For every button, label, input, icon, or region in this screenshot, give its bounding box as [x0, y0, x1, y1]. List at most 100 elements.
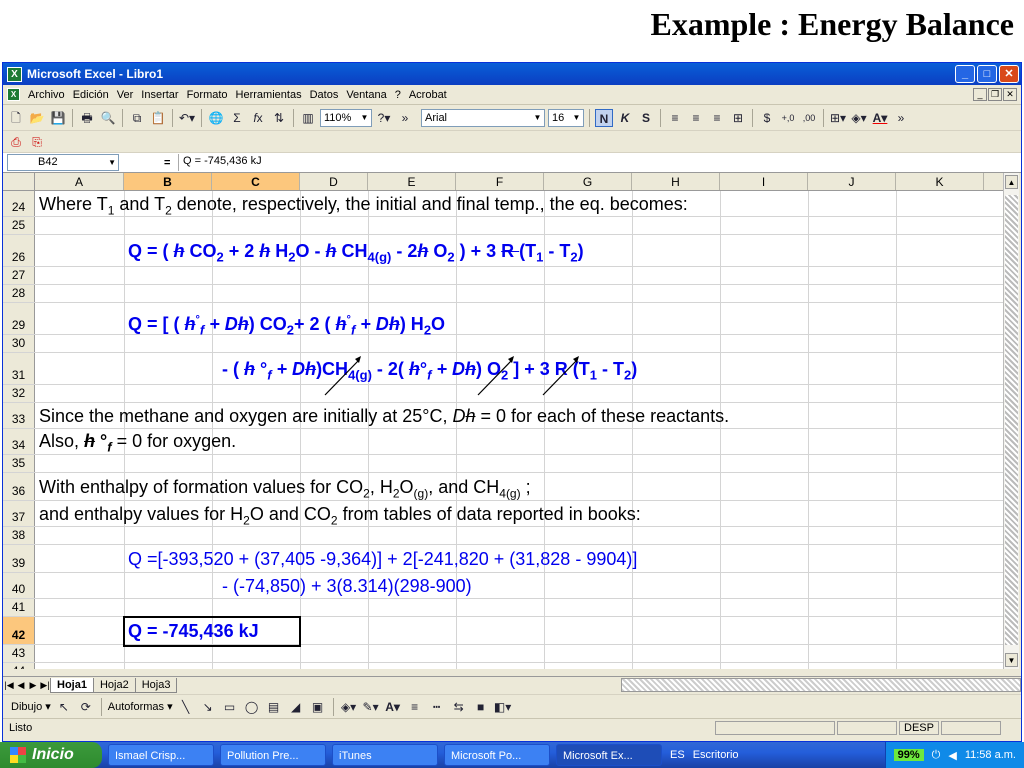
title-bar[interactable]: X Microsoft Excel - Libro1 _ □ ✕ — [3, 63, 1021, 85]
preview-icon[interactable]: 🔍 — [99, 109, 117, 127]
currency-icon[interactable]: $ — [758, 109, 776, 127]
decrease-decimal-icon[interactable]: ,00 — [800, 109, 818, 127]
zoom-select[interactable]: 110% ▼ — [320, 108, 372, 127]
row-header[interactable]: 30 — [3, 335, 35, 352]
autoformas-menu[interactable]: Autoformas ▾ — [108, 700, 173, 713]
row-header[interactable]: 32 — [3, 385, 35, 402]
line-style-icon[interactable]: ≡ — [406, 698, 424, 716]
col-header-k[interactable]: K — [896, 173, 984, 190]
col-header-e[interactable]: E — [368, 173, 456, 190]
underline-button[interactable]: S — [637, 109, 655, 127]
line-icon[interactable]: ╲ — [177, 698, 195, 716]
pdf-email-icon[interactable]: ⎘ — [28, 133, 46, 151]
task-pollution[interactable]: Pollution Pre... — [220, 744, 326, 766]
fill-bucket-icon[interactable]: ◈▾ — [340, 698, 358, 716]
menu-edicion[interactable]: Edición — [69, 89, 113, 101]
volume-icon[interactable]: ◀ — [948, 749, 956, 762]
rectangle-icon[interactable]: ▭ — [221, 698, 239, 716]
row-header[interactable]: 34 — [3, 429, 35, 454]
tab-hoja1[interactable]: Hoja1 — [50, 677, 94, 693]
scroll-up-icon[interactable]: ▲ — [1005, 175, 1018, 189]
menu-acrobat[interactable]: Acrobat — [405, 89, 451, 101]
cell-d40[interactable]: - (-74,850) + 3(8.314)(298-900) — [222, 575, 472, 597]
clock[interactable]: 11:58 a.m. — [965, 749, 1016, 761]
formula-input[interactable]: Q = -745,436 kJ — [178, 154, 1021, 171]
autosum-icon[interactable]: Σ — [228, 109, 246, 127]
task-excel[interactable]: Microsoft Ex... — [556, 744, 662, 766]
col-header-g[interactable]: G — [544, 173, 632, 190]
row-header[interactable]: 36 — [3, 473, 35, 500]
col-header-j[interactable]: J — [808, 173, 896, 190]
col-header-c[interactable]: C — [212, 173, 300, 190]
menu-insertar[interactable]: Insertar — [137, 89, 182, 101]
increase-decimal-icon[interactable]: +,0 — [779, 109, 797, 127]
arrow-style-icon[interactable]: ⇆ — [450, 698, 468, 716]
vertical-scrollbar[interactable]: ▲ ▼ — [1003, 173, 1019, 669]
language-indicator[interactable]: ES — [670, 749, 685, 761]
pdf-convert-icon[interactable]: ⎙ — [7, 133, 25, 151]
tab-hoja3[interactable]: Hoja3 — [134, 677, 178, 693]
menu-datos[interactable]: Datos — [306, 89, 343, 101]
row-header[interactable]: 31 — [3, 353, 35, 384]
row-header[interactable]: 38 — [3, 527, 35, 544]
menu-herramientas[interactable]: Herramientas — [232, 89, 306, 101]
menu-ver[interactable]: Ver — [113, 89, 138, 101]
workbook-icon[interactable]: X — [7, 88, 20, 101]
row-header[interactable]: 41 — [3, 599, 35, 616]
font-color-icon[interactable]: A▾ — [871, 109, 889, 127]
italic-button[interactable]: K — [616, 109, 634, 127]
row-header[interactable]: 35 — [3, 455, 35, 472]
dash-style-icon[interactable]: ┅ — [428, 698, 446, 716]
align-right-icon[interactable]: ≡ — [708, 109, 726, 127]
menu-help[interactable]: ? — [391, 89, 405, 101]
next-sheet-icon[interactable]: ▶ — [27, 680, 39, 691]
spreadsheet-grid[interactable]: A B C D E F G H I J K 24 Where T1 and T2… — [3, 173, 1005, 669]
paste-icon[interactable]: 📋 — [149, 109, 167, 127]
line-color-icon[interactable]: ✎▾ — [362, 698, 380, 716]
row-header[interactable]: 25 — [3, 217, 35, 234]
row-header[interactable]: 28 — [3, 285, 35, 302]
text-color-icon[interactable]: A▾ — [384, 698, 402, 716]
horizontal-scrollbar[interactable] — [621, 678, 1021, 692]
help-icon[interactable]: ?▾ — [375, 109, 393, 127]
row-header[interactable]: 27 — [3, 267, 35, 284]
cell-d31[interactable]: - ( h °f + Dh)CH4(g) - 2( h°f + Dh) O2 ]… — [222, 358, 637, 387]
row-header[interactable]: 39 — [3, 545, 35, 572]
overflow-icon[interactable]: » — [396, 109, 414, 127]
battery-indicator[interactable]: 99% — [893, 749, 924, 761]
desktop-toolbar[interactable]: Escritorio — [693, 749, 739, 761]
print-icon[interactable]: 🖶 — [78, 109, 96, 127]
row-header[interactable]: 26 — [3, 235, 35, 266]
clipart-icon[interactable]: ▣ — [309, 698, 327, 716]
first-sheet-icon[interactable]: |◀ — [3, 680, 15, 691]
align-left-icon[interactable]: ≡ — [666, 109, 684, 127]
doc-restore-button[interactable]: ❐ — [988, 88, 1002, 101]
wordart-icon[interactable]: ◢ — [287, 698, 305, 716]
select-all-corner[interactable] — [3, 173, 35, 190]
task-powerpoint[interactable]: Microsoft Po... — [444, 744, 550, 766]
align-center-icon[interactable]: ≡ — [687, 109, 705, 127]
undo-icon[interactable]: ↶▾ — [178, 109, 196, 127]
prev-sheet-icon[interactable]: ◀ — [15, 680, 27, 691]
fill-color-icon[interactable]: ◈▾ — [850, 109, 868, 127]
textbox-icon[interactable]: ▤ — [265, 698, 283, 716]
row-header[interactable]: 44 — [3, 663, 35, 669]
cell-b39[interactable]: Q =[-393,520 + (37,405 -9,364)] + 2[-241… — [128, 548, 637, 570]
cell-a33[interactable]: Since the methane and oxygen are initial… — [39, 405, 729, 427]
font-select[interactable]: Arial ▼ — [421, 108, 545, 127]
row-header[interactable]: 37 — [3, 501, 35, 526]
3d-icon[interactable]: ◧▾ — [494, 698, 512, 716]
start-button[interactable]: Inicio — [0, 742, 102, 768]
row-header[interactable]: 40 — [3, 573, 35, 598]
minimize-button[interactable]: _ — [955, 65, 975, 83]
toolbar-overflow-icon[interactable]: » — [892, 109, 910, 127]
cell-b26[interactable]: Q = ( h CO2 + 2 h H2O - h CH4(g) - 2h O2… — [128, 240, 584, 269]
menu-formato[interactable]: Formato — [183, 89, 232, 101]
row-header[interactable]: 42 — [3, 617, 35, 644]
sort-icon[interactable]: ⇅ — [270, 109, 288, 127]
power-icon[interactable]: ⏻ — [932, 749, 941, 762]
col-header-a[interactable]: A — [35, 173, 124, 190]
col-header-b[interactable]: B — [124, 173, 212, 190]
scroll-thumb[interactable] — [1005, 195, 1018, 645]
menu-archivo[interactable]: Archivo — [24, 89, 69, 101]
